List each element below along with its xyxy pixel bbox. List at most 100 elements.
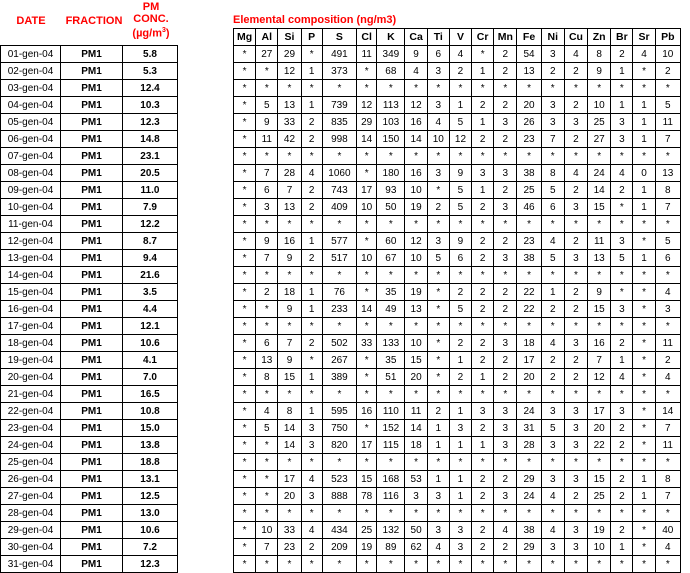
element-value-cell: 23 [277,538,302,556]
element-value-cell: * [356,215,378,233]
element-value-cell: * [448,317,473,335]
table-row: * * * * * * * * * * * * * * * * * * * [232,266,682,284]
table-row: 25-gen-04 PM1 18.8 [0,453,178,471]
element-value-cell: 7 [654,198,682,216]
element-header-cell: Cu [563,28,589,46]
element-value-cell: 3 [426,232,450,250]
element-value-cell: 3 [426,487,450,505]
element-value-cell: * [300,351,323,369]
table-row: * 8 15 1 389 * 51 20 * 2 1 2 20 2 2 12 4 * 4 [232,368,682,386]
element-value-cell: 168 [376,470,406,488]
element-value-cell: * [610,453,634,471]
pm-conc-cell: 10.6 [122,521,178,539]
element-value-cell: 5 [654,96,682,114]
element-value-cell: 3 [540,538,565,556]
element-header-cell: S [321,28,358,46]
element-value-cell: 13 [277,96,302,114]
date-cell: 13-gen-04 [0,249,61,267]
pm-conc-cell: 23.1 [122,147,178,165]
element-value-cell: 3 [610,130,634,148]
fraction-cell: PM1 [60,504,123,522]
element-value-cell: 3 [540,96,565,114]
element-value-cell: 2 [300,334,323,352]
table-row: 26-gen-04 PM1 13.1 [0,470,178,488]
fraction-cell: PM1 [60,232,123,250]
element-value-cell: 10 [587,96,612,114]
element-value-cell: 1 [610,62,634,80]
element-value-cell: 5 [448,113,473,131]
element-value-cell: 6 [255,334,279,352]
table-row: 12-gen-04 PM1 8.7 [0,232,178,250]
element-value-cell: 93 [376,181,406,199]
table-row: 04-gen-04 PM1 10.3 [0,96,178,114]
element-value-cell: * [493,555,518,573]
element-value-cell: * [356,351,378,369]
element-value-cell: * [493,385,518,403]
table-row: * 10 33 4 434 25 132 50 3 3 2 4 38 4 3 19 2 * 40 [232,521,682,539]
element-value-cell: 2 [471,198,495,216]
element-value-cell: * [376,79,406,97]
element-value-cell: * [448,385,473,403]
element-value-cell: 2 [493,45,518,63]
pm-conc-cell: 16.5 [122,385,178,403]
date-cell: 25-gen-04 [0,453,61,471]
element-value-cell: 373 [321,62,358,80]
element-value-cell: 16 [404,164,428,182]
element-value-cell: 19 [404,283,428,301]
element-value-cell: * [232,334,257,352]
element-value-cell: 2 [654,62,682,80]
element-value-cell: 13 [404,300,428,318]
pm-conc-cell: 21.6 [122,266,178,284]
element-value-cell: * [632,232,656,250]
element-value-cell: 2 [300,198,323,216]
element-value-cell: 4 [493,521,518,539]
element-value-cell: * [654,317,682,335]
element-value-cell: 3 [540,45,565,63]
element-value-cell: 19 [404,198,428,216]
element-header-cell: Cr [471,28,495,46]
element-value-cell: * [300,317,323,335]
element-value-cell: * [448,504,473,522]
element-value-cell: 46 [516,198,542,216]
element-value-cell: 2 [563,232,589,250]
table-row: * * 14 3 820 17 115 18 1 1 1 3 28 3 3 22 2 * 11 [232,436,682,454]
element-value-cell: 2 [493,181,518,199]
pm-header-line1: PM [142,1,160,13]
element-value-cell: * [426,351,450,369]
pm-conc-cell: 7.2 [122,538,178,556]
element-value-cell: * [493,453,518,471]
element-value-cell: 491 [321,45,358,63]
element-value-cell: * [232,113,257,131]
element-value-cell: 1 [471,62,495,80]
element-value-cell: * [426,266,450,284]
element-value-cell: 14 [587,181,612,199]
element-value-cell: 11 [654,436,682,454]
element-value-cell: 9 [277,351,302,369]
pm-conc-cell: 13.0 [122,504,178,522]
element-value-cell: 233 [321,300,358,318]
element-value-cell: 33 [277,521,302,539]
element-value-cell: * [471,147,495,165]
fraction-cell: PM1 [60,215,123,233]
element-value-cell: * [654,79,682,97]
element-value-cell: 7 [277,181,302,199]
element-value-cell: 10 [404,334,428,352]
element-value-cell: * [540,215,565,233]
element-value-cell: 4 [654,538,682,556]
element-value-cell: * [277,215,302,233]
element-value-cell: 17 [277,470,302,488]
element-value-cell: * [540,385,565,403]
element-value-cell: * [321,453,358,471]
element-value-cell: 3 [493,198,518,216]
element-value-cell: 29 [356,113,378,131]
pm-conc-cell: 14.8 [122,130,178,148]
element-value-cell: 5 [255,419,279,437]
element-value-cell: 115 [376,436,406,454]
fraction-cell: PM1 [60,470,123,488]
element-value-cell: * [376,504,406,522]
element-value-cell: 389 [321,368,358,386]
element-value-cell: 27 [587,130,612,148]
pm-conc-cell: 18.8 [122,453,178,471]
element-value-cell: 110 [376,402,406,420]
element-value-cell: 3 [563,538,589,556]
